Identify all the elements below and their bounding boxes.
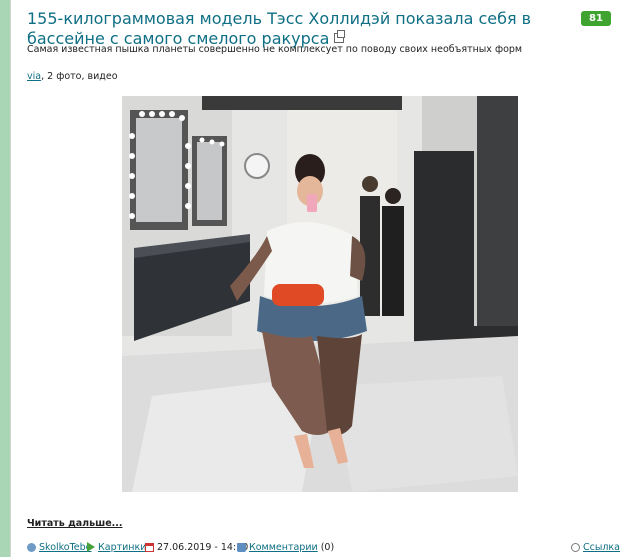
post-title-link[interactable]: 155-килограммовая модель Тэсс Холлидэй п… [27, 9, 572, 49]
post-title: 155-килограммовая модель Тэсс Холлидэй п… [27, 9, 532, 48]
footer-date: 27.06.2019 - 14:10 [145, 540, 248, 554]
footer-permalink: Ссылка [571, 540, 620, 554]
photo-illustration [122, 96, 518, 492]
post-footer: SkolkoTebe Картинки 27.06.2019 - 14:10 К… [27, 540, 627, 554]
calendar-icon [145, 542, 154, 552]
external-link-icon[interactable] [334, 30, 346, 43]
score-badge[interactable]: 81 [581, 11, 611, 26]
post-container: 155-килограммовая модель Тэсс Холлидэй п… [18, 0, 638, 557]
comment-icon [237, 542, 246, 552]
user-icon [27, 542, 36, 552]
post-photo[interactable] [122, 96, 518, 492]
author-link[interactable]: SkolkoTebe [39, 542, 92, 553]
left-decorative-stripe [0, 0, 10, 557]
category-link[interactable]: Картинки [98, 542, 146, 553]
comments-link[interactable]: Комментарии [249, 542, 318, 553]
post-meta: via, 2 фото, видео [27, 71, 118, 82]
read-more-link[interactable]: Читать дальше... [27, 518, 122, 529]
arrow-right-icon [87, 542, 95, 552]
post-meta-text: , 2 фото, видео [41, 71, 118, 82]
permalink-link[interactable]: Ссылка [583, 542, 620, 553]
link-icon [571, 542, 580, 552]
post-date: 27.06.2019 - 14:10 [157, 541, 249, 553]
comments-count: (0) [320, 541, 335, 553]
left-border-line [10, 0, 11, 557]
post-subtitle: Самая известная пышка планеты совершенно… [27, 44, 523, 55]
footer-author: SkolkoTebe [27, 540, 92, 554]
footer-category: Картинки [87, 540, 146, 554]
footer-comments: Комментарии (0) [237, 540, 334, 554]
source-link[interactable]: via [27, 71, 41, 82]
